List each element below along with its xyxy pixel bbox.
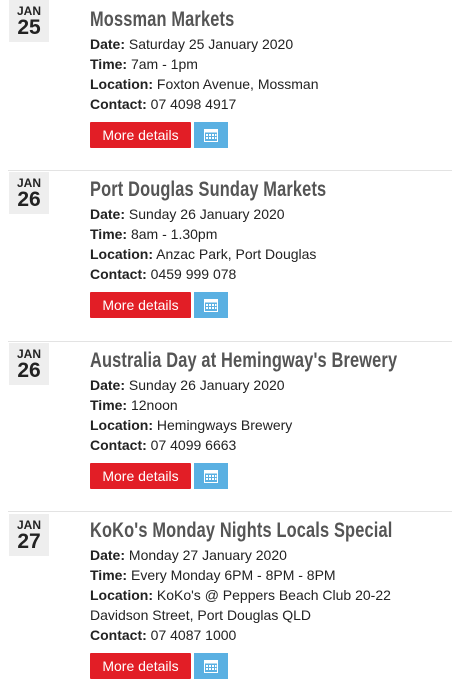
event-date: Monday 27 January 2020 — [128, 547, 287, 563]
event-location-row: Location: Anzac Park, Port Douglas — [90, 244, 452, 264]
add-to-calendar-button[interactable] — [194, 653, 228, 679]
event-month: JAN — [16, 347, 41, 361]
location-label: Location: — [90, 246, 153, 262]
event-title[interactable]: Port Douglas Sunday Markets — [90, 176, 372, 204]
date-label: Date: — [90, 206, 126, 222]
calendar-icon — [204, 470, 218, 483]
event-day: 26 — [17, 188, 41, 211]
event-month: JAN — [16, 518, 41, 532]
event-date: Sunday 26 January 2020 — [128, 206, 285, 222]
event-day: 26 — [17, 359, 41, 382]
divider — [8, 511, 452, 512]
event-time: 8am - 1.30pm — [130, 226, 218, 242]
divider — [8, 170, 452, 171]
date-label: Date: — [90, 36, 126, 52]
event-date-row: Date: Saturday 25 January 2020 — [90, 34, 452, 54]
event-date: Saturday 25 January 2020 — [128, 36, 294, 52]
event-date-badge: JAN 25 — [9, 0, 49, 42]
event-contact-row: Contact: 07 4099 6663 — [90, 435, 452, 455]
calendar-icon — [204, 299, 218, 312]
more-details-button[interactable]: More details — [90, 653, 191, 679]
event-time-row: Time: 12noon — [90, 395, 452, 415]
event-day: 25 — [17, 16, 41, 39]
contact-label: Contact: — [90, 437, 147, 453]
event-date-row: Date: Monday 27 January 2020 — [90, 545, 452, 565]
add-to-calendar-button[interactable] — [194, 122, 228, 148]
event-date-row: Date: Sunday 26 January 2020 — [90, 204, 452, 224]
add-to-calendar-button[interactable] — [194, 292, 228, 318]
more-details-button[interactable]: More details — [90, 292, 191, 318]
date-label: Date: — [90, 547, 126, 563]
date-label: Date: — [90, 377, 126, 393]
event-contact: 07 4099 6663 — [150, 437, 237, 453]
event-location-row: Location: Foxton Avenue, Mossman — [90, 74, 452, 94]
more-details-button[interactable]: More details — [90, 463, 191, 489]
event-contact: 0459 999 078 — [150, 266, 237, 282]
more-details-button[interactable]: More details — [90, 122, 191, 148]
event-time-row: Time: Every Monday 6PM - 8PM - 8PM — [90, 565, 452, 585]
contact-label: Contact: — [90, 266, 147, 282]
event-location: Hemingways Brewery — [156, 417, 293, 433]
contact-label: Contact: — [90, 627, 147, 643]
event-contact-row: Contact: 07 4098 4917 — [90, 94, 452, 114]
event-location-row: Location: KoKo's @ Peppers Beach Club 20… — [90, 585, 452, 625]
location-label: Location: — [90, 76, 153, 92]
time-label: Time: — [90, 567, 128, 583]
event-title[interactable]: Australia Day at Hemingway's Brewery — [90, 347, 397, 375]
add-to-calendar-button[interactable] — [194, 463, 228, 489]
contact-label: Contact: — [90, 96, 147, 112]
event-date-row: Date: Sunday 26 January 2020 — [90, 375, 452, 395]
event-time: 7am - 1pm — [130, 56, 198, 72]
event-time: 12noon — [130, 397, 178, 413]
event-contact-row: Contact: 07 4087 1000 — [90, 625, 452, 645]
event-date-badge: JAN 26 — [9, 343, 49, 385]
event-time: Every Monday 6PM - 8PM - 8PM — [130, 567, 336, 583]
event-day: 27 — [17, 530, 41, 553]
location-label: Location: — [90, 417, 153, 433]
event-date: Sunday 26 January 2020 — [128, 377, 285, 393]
time-label: Time: — [90, 397, 128, 413]
event-time-row: Time: 8am - 1.30pm — [90, 224, 452, 244]
event-time-row: Time: 7am - 1pm — [90, 54, 452, 74]
time-label: Time: — [90, 226, 128, 242]
calendar-icon — [204, 660, 218, 673]
calendar-icon — [204, 129, 218, 142]
event-location-row: Location: Hemingways Brewery — [90, 415, 452, 435]
event-month: JAN — [16, 4, 41, 18]
event-month: JAN — [16, 176, 41, 190]
event-date-badge: JAN 27 — [9, 514, 49, 556]
event-title[interactable]: KoKo's Monday Nights Locals Special — [90, 517, 392, 545]
event-contact-row: Contact: 0459 999 078 — [90, 264, 452, 284]
location-label: Location: — [90, 587, 153, 603]
event-contact: 07 4098 4917 — [150, 96, 237, 112]
event-date-badge: JAN 26 — [9, 172, 49, 214]
time-label: Time: — [90, 56, 128, 72]
divider — [8, 341, 452, 342]
event-title[interactable]: Mossman Markets — [90, 6, 372, 34]
event-contact: 07 4087 1000 — [150, 627, 237, 643]
event-location: Anzac Park, Port Douglas — [156, 246, 317, 262]
event-location: Foxton Avenue, Mossman — [156, 76, 319, 92]
